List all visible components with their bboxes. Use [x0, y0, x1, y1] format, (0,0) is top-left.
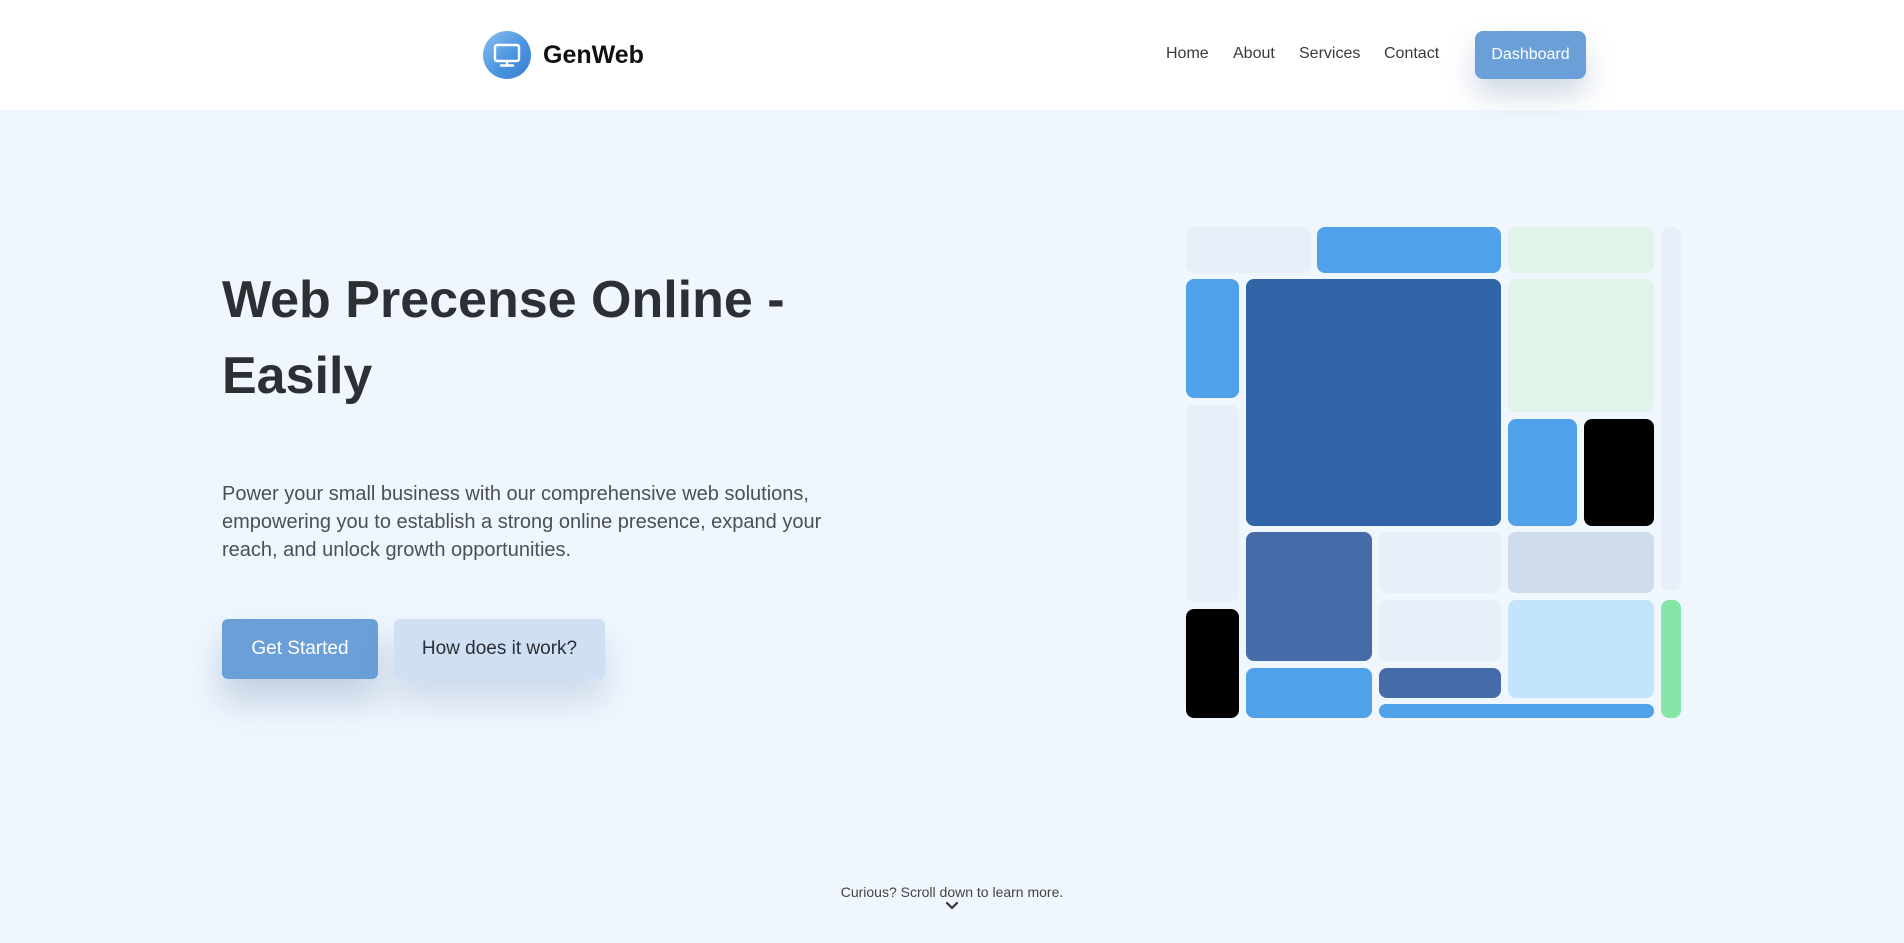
mosaic-tile [1508, 279, 1654, 412]
mosaic-tile [1186, 609, 1239, 718]
how-it-works-button[interactable]: How does it work? [394, 619, 605, 679]
mosaic-tile [1186, 227, 1311, 273]
mosaic-tile [1246, 279, 1501, 526]
mosaic-tile [1508, 227, 1654, 273]
hero-description: Power your small business with our compr… [222, 483, 822, 561]
monitor-icon [483, 31, 531, 79]
nav-services[interactable]: Services [1299, 45, 1360, 63]
mosaic-tile [1379, 532, 1501, 593]
mosaic-tile [1186, 279, 1239, 398]
brand-name: GenWeb [543, 40, 644, 69]
mosaic-tile [1508, 532, 1654, 593]
mosaic-tile [1508, 419, 1577, 526]
mosaic-tile [1661, 227, 1681, 591]
mosaic-tile [1379, 668, 1501, 698]
mosaic-tile [1508, 600, 1654, 698]
nav-about[interactable]: About [1233, 45, 1275, 63]
nav-home[interactable]: Home [1166, 45, 1209, 63]
mosaic-tile [1317, 227, 1501, 273]
mosaic-tile [1186, 405, 1239, 602]
mosaic-tile [1246, 532, 1372, 661]
mosaic-tile [1379, 704, 1654, 718]
dashboard-button[interactable]: Dashboard [1475, 31, 1586, 79]
nav-contact[interactable]: Contact [1384, 45, 1439, 63]
hero-illustration [0, 0, 1904, 943]
mosaic-tile [1584, 419, 1654, 526]
chevron-down-icon[interactable] [944, 900, 960, 912]
brand[interactable]: GenWeb [483, 31, 644, 79]
top-navbar: GenWeb Home About Services Contact Dashb… [0, 0, 1904, 110]
mosaic-tile [1246, 668, 1372, 718]
mosaic-tile [1379, 600, 1501, 661]
hero-title: Web Precense Online - Easily [222, 271, 785, 405]
scroll-hint: Curious? Scroll down to learn more. [840, 884, 1064, 900]
get-started-button[interactable]: Get Started [222, 619, 378, 679]
mosaic-tile [1661, 600, 1681, 718]
